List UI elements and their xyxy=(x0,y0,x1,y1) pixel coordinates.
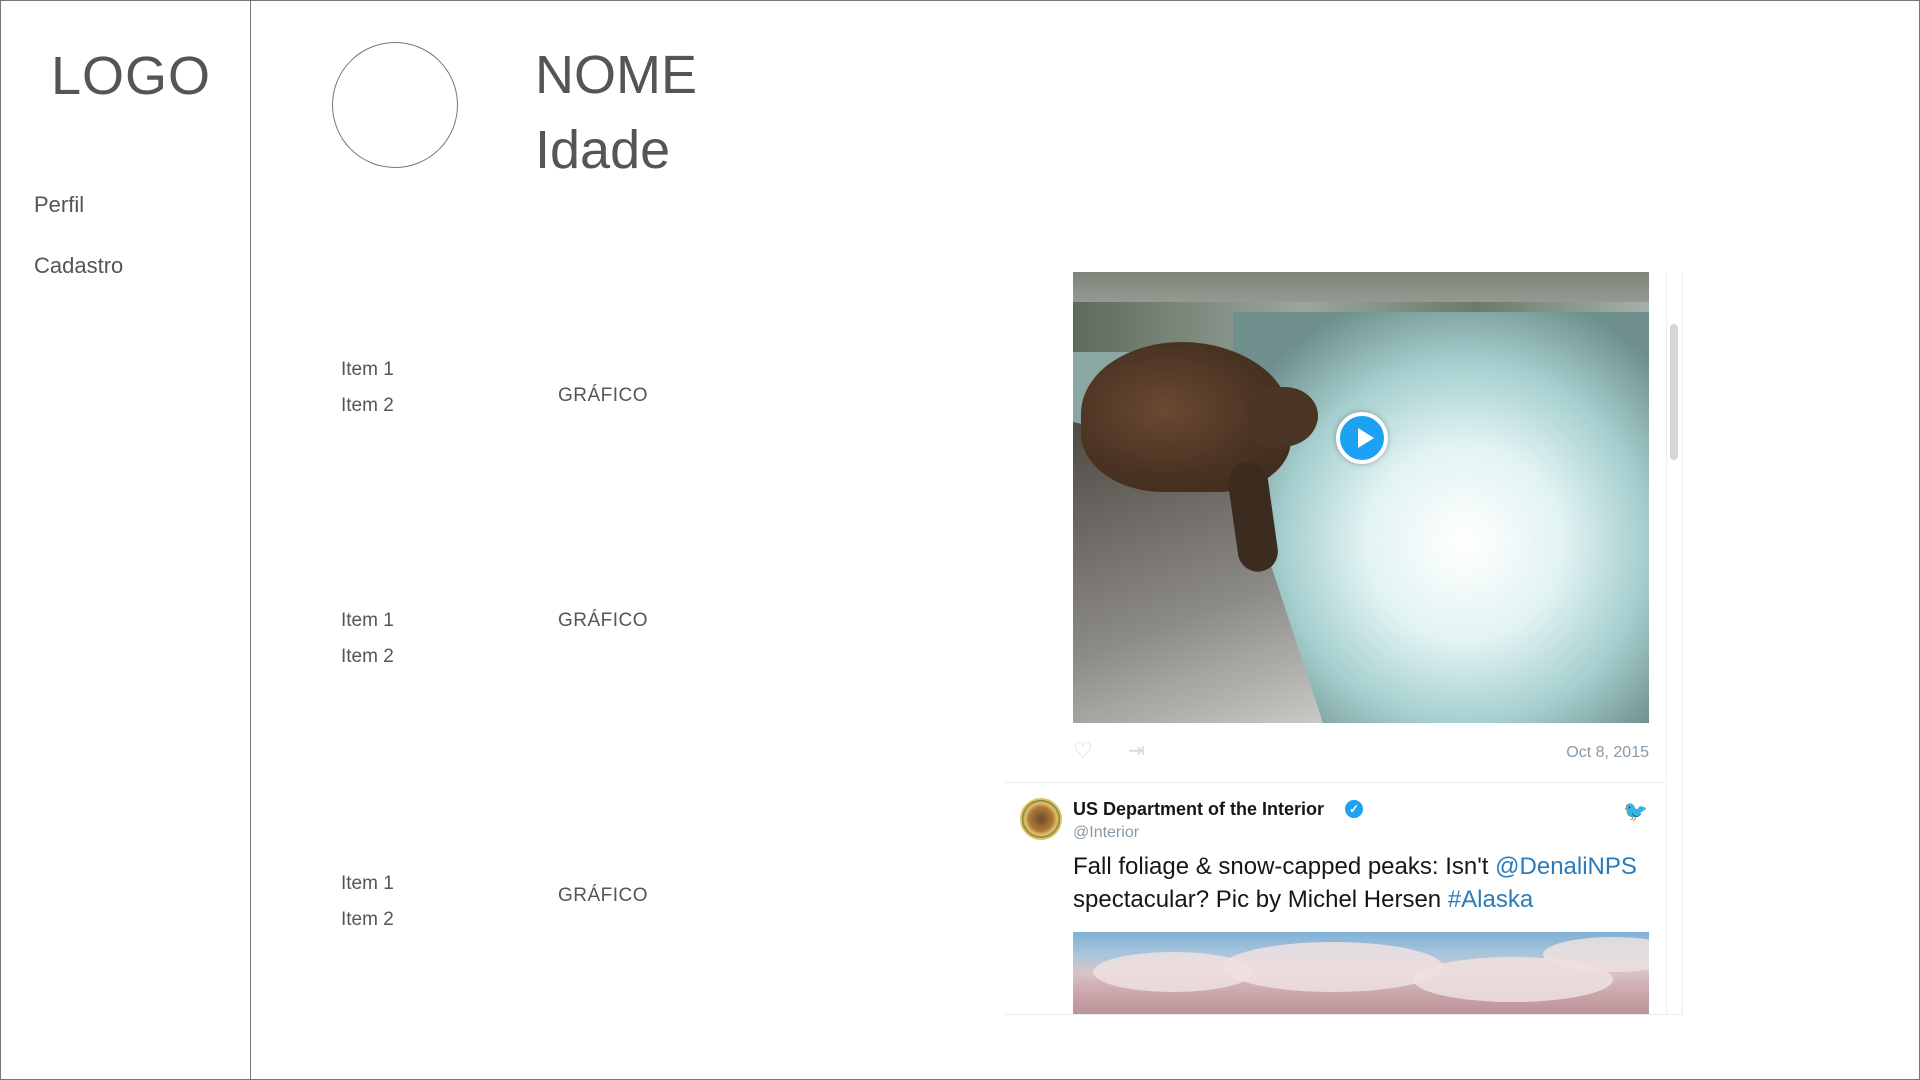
scrollbar-thumb[interactable] xyxy=(1670,324,1678,460)
sidebar-item-perfil[interactable]: Perfil xyxy=(34,192,84,218)
tweet-timeline[interactable]: ♡ ⇥ Oct 8, 2015 US Department of the Int… xyxy=(1005,272,1683,1015)
tweet-author-name[interactable]: US Department of the Interior xyxy=(1073,799,1324,820)
tweet-hashtag-link[interactable]: #Alaska xyxy=(1448,886,1533,913)
tweet-image[interactable] xyxy=(1073,932,1649,1015)
logo: LOGO xyxy=(51,46,212,106)
tweet-video[interactable] xyxy=(1073,272,1649,723)
panel-bottom-border xyxy=(1005,1014,1682,1015)
tweet-author-handle[interactable]: @Interior xyxy=(1073,824,1139,842)
section-2-item-2: Item 2 xyxy=(341,646,394,667)
profile-age: Idade xyxy=(535,120,671,180)
tweet-divider xyxy=(1005,782,1665,783)
section-3-chart-placeholder: GRÁFICO xyxy=(558,885,649,906)
tweet-author-avatar[interactable] xyxy=(1020,798,1062,840)
section-2-chart-placeholder: GRÁFICO xyxy=(558,610,649,631)
heart-icon[interactable]: ♡ xyxy=(1073,738,1093,764)
tweet-text: Fall foliage & snow-capped peaks: Isn't … xyxy=(1073,850,1653,916)
section-1-item-2: Item 2 xyxy=(341,395,394,416)
sidebar: LOGO Perfil Cadastro xyxy=(1,1,251,1079)
bird-icon[interactable]: 🐦 xyxy=(1623,799,1648,824)
section-1-item-1: Item 1 xyxy=(341,359,394,380)
section-3-item-1: Item 1 xyxy=(341,873,394,894)
tweet-text-part: Fall foliage & snow-capped peaks: Isn't xyxy=(1073,853,1496,880)
section-3-item-2: Item 2 xyxy=(341,909,394,930)
tweet-mention-link[interactable]: @DenaliNPS xyxy=(1495,853,1637,880)
section-2-item-1: Item 1 xyxy=(341,610,394,631)
tweet-text-part: spectacular? Pic by Michel Hersen xyxy=(1073,886,1448,913)
avatar xyxy=(332,42,458,168)
verified-icon: ✓ xyxy=(1345,800,1363,818)
scrollbar[interactable] xyxy=(1666,272,1682,1015)
profile-name: NOME xyxy=(535,45,697,105)
tweet-date[interactable]: Oct 8, 2015 xyxy=(1566,744,1649,762)
play-icon[interactable] xyxy=(1336,412,1388,464)
tweet-actions: ♡ ⇥ Oct 8, 2015 xyxy=(1073,738,1649,764)
sidebar-item-cadastro[interactable]: Cadastro xyxy=(34,253,123,279)
section-1-chart-placeholder: GRÁFICO xyxy=(558,385,649,406)
share-icon[interactable]: ⇥ xyxy=(1128,738,1145,763)
